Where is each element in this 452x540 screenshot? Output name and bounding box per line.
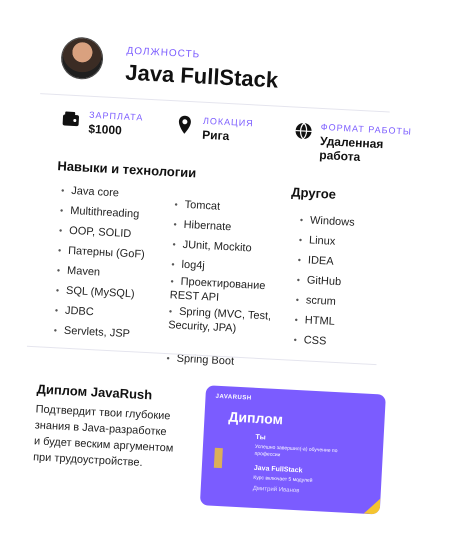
work-format-value: Удаленная работа	[318, 133, 384, 164]
certificate-accent-mark	[213, 447, 223, 469]
skills-list-column-1: Java core Multithreading OOP, SOLID Пате…	[53, 180, 171, 346]
certificate-course: Java FullStack	[253, 464, 303, 475]
salary-block: ЗАРПЛАТА $1000	[60, 108, 144, 138]
location-value: Рига	[201, 127, 230, 144]
certificate-corner-decoration	[364, 498, 381, 515]
certificate-signature: Дмитрий Иванов	[252, 485, 300, 495]
location-block: ЛОКАЦИЯ Рига	[174, 114, 254, 144]
location-label: ЛОКАЦИЯ	[202, 115, 254, 129]
wallet-icon	[60, 108, 81, 129]
salary-label: ЗАРПЛАТА	[88, 109, 144, 123]
certificate-modules: Курс включает 5 модулей	[253, 474, 313, 484]
avatar	[61, 37, 104, 80]
diploma-certificate-image: JAVARUSH Диплом Ты Успешно завершил(-а) …	[199, 385, 386, 515]
other-title: Другое	[290, 184, 337, 202]
certificate-brand-logo: JAVARUSH	[215, 393, 252, 402]
other-item: CSS	[293, 330, 384, 355]
work-format-block: ФОРМАТ РАБОТЫ Удаленная работа	[293, 121, 415, 167]
globe-icon	[294, 121, 313, 142]
certificate-name: Ты	[255, 433, 266, 442]
certificate-heading: Диплом	[228, 408, 284, 428]
job-card: ДОЛЖНОСТЬ Java FullStack ЗАРПЛАТА $1000 …	[0, 20, 419, 540]
skill-item: Spring (MVC, Test, Security, JPA)	[167, 304, 285, 354]
diploma-title: Диплом JavaRush	[36, 381, 153, 403]
skills-title: Навыки и технологии	[57, 158, 197, 181]
diploma-description: Подтвердит твои глубокие знания в Java-р…	[32, 403, 174, 470]
certificate-description: Успешно завершил(-а) обучение по професс…	[254, 443, 338, 459]
other-list: Windows Linux IDEA GitHub scrum HTML CSS	[293, 210, 390, 355]
role-caption: ДОЛЖНОСТЬ	[126, 45, 201, 61]
skills-list-column-2: Tomcat Hibernate JUnit, Mockito log4j Пр…	[166, 194, 291, 374]
role-title: Java FullStack	[124, 59, 279, 93]
salary-value: $1000	[88, 121, 123, 138]
map-pin-icon	[174, 114, 195, 135]
